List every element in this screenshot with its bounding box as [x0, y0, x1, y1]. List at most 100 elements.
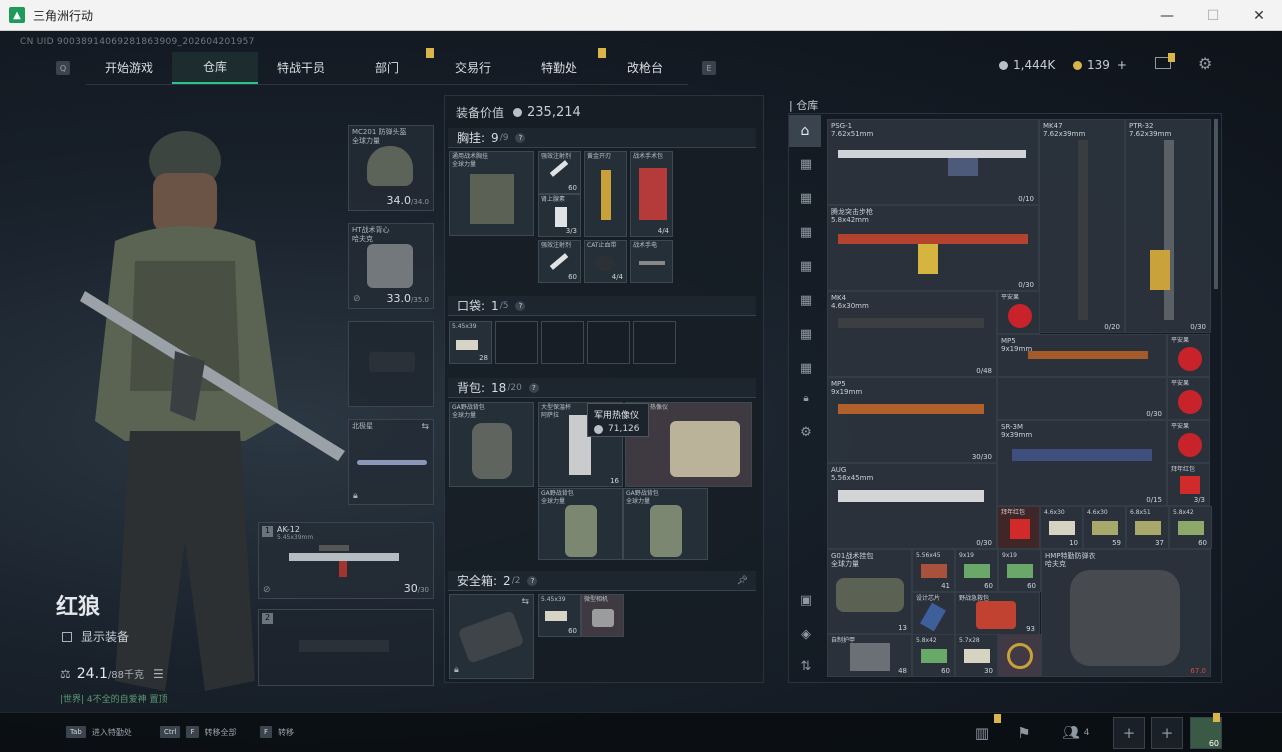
list-icon[interactable]: ☰: [153, 667, 164, 681]
flashlight-item[interactable]: 战术手电: [630, 240, 673, 283]
weapon-aug[interactable]: AUG 5.56x45mm 0/30: [827, 463, 997, 549]
add-teammate-button[interactable]: +: [1113, 717, 1145, 749]
tourniquet-item[interactable]: CAT止血带 4/4: [584, 240, 627, 283]
sort-icon[interactable]: ⇅: [791, 651, 821, 681]
weapon-mp5-b[interactable]: MP5 9x19mm 30/30: [827, 377, 997, 463]
apple-item[interactable]: 平安果: [997, 291, 1040, 334]
squad-indicator[interactable]: 👥︎ 4: [1062, 725, 1090, 741]
injector-item-2[interactable]: 强效注射剂 60: [538, 240, 581, 283]
help-icon[interactable]: ?: [515, 132, 526, 143]
warehouse-tab-5-icon[interactable]: ▦: [791, 285, 821, 315]
weapon-tenglong[interactable]: 腾龙突击步枪 5.8x42mm 0/30: [827, 205, 1039, 291]
weapon-psg1[interactable]: PSG-1 7.62x51mm 0/10: [827, 119, 1039, 205]
help-icon[interactable]: ?: [527, 575, 538, 586]
close-button[interactable]: ✕: [1236, 0, 1282, 31]
minimize-button[interactable]: —: [1144, 0, 1190, 31]
help-icon[interactable]: ?: [515, 300, 526, 311]
primary-weapon-slot[interactable]: 1 AK-12 5.45x39mm ⊘ 30/30: [258, 522, 434, 599]
warehouse-tab-2-icon[interactable]: ▦: [791, 183, 821, 213]
tab-gunsmith[interactable]: 改枪台: [602, 52, 688, 84]
swap-icon[interactable]: ⇆: [521, 597, 529, 607]
pocket-slot-empty[interactable]: [541, 321, 584, 364]
tab-warehouse[interactable]: 仓库: [172, 51, 258, 84]
apple-item[interactable]: 平安果: [1167, 420, 1210, 463]
backpack-item[interactable]: GA野战背包 全球力量: [449, 402, 534, 487]
nav-next-key[interactable]: E: [702, 61, 716, 75]
injector-item[interactable]: 强效注射剂 60: [538, 151, 581, 194]
warehouse-scrollbar[interactable]: [1214, 119, 1218, 289]
ammo-item[interactable]: 5.7x28 30: [955, 634, 998, 677]
warehouse-home-icon[interactable]: ⌂: [789, 115, 821, 147]
flag-icon[interactable]: ⚑: [1008, 717, 1040, 749]
tab-start-game[interactable]: 开始游戏: [86, 52, 172, 84]
warehouse-tab-4-icon[interactable]: ▦: [791, 251, 821, 281]
settings-gear-icon[interactable]: ⚙: [791, 417, 821, 447]
ammo-item[interactable]: 4.6x30 59: [1083, 506, 1126, 549]
swap-icon[interactable]: ⇆: [421, 422, 429, 432]
hint-enter-special-ops[interactable]: Tab 进入特勤处: [66, 726, 132, 738]
storage-icon[interactable]: ▣: [791, 585, 821, 615]
warehouse-tab-6-icon[interactable]: ▦: [791, 319, 821, 349]
hint-transfer-all[interactable]: Ctrl F 转移全部: [160, 726, 237, 738]
medkit-item[interactable]: 战术手术包 4/4: [630, 151, 673, 237]
add-teammate-button[interactable]: +: [1151, 717, 1183, 749]
tab-department[interactable]: 部门: [344, 47, 434, 84]
g01-bag-item[interactable]: G01战术挂包 全球力量 13: [827, 549, 912, 634]
self-armor-item[interactable]: 自制护甲 48: [827, 634, 912, 677]
tab-operators[interactable]: 特战干员: [258, 52, 344, 84]
warehouse-tab-7-icon[interactable]: ▦: [791, 353, 821, 383]
pin-icon[interactable]: 📌︎: [737, 576, 748, 586]
ammo-item[interactable]: 5.56x45 41: [912, 549, 955, 592]
weapon-ptr32[interactable]: PTR-32 7.62x39mm 0/30: [1125, 119, 1211, 333]
pistol-slot-empty[interactable]: [348, 321, 434, 407]
ammo-item[interactable]: 9x19 60: [998, 549, 1041, 592]
apple-item[interactable]: 平安果: [1167, 334, 1210, 377]
hint-transfer[interactable]: F 转移: [260, 726, 294, 738]
hmp-armor-item[interactable]: HMP特勤防弹衣 哈夫克 67.0: [1041, 549, 1211, 677]
weapon-mk4[interactable]: MK4 4.6x30mm 0/48: [827, 291, 997, 377]
safe-box-item[interactable]: ⇆ 🔒︎: [449, 594, 534, 679]
ammo-item[interactable]: 5.8x42 60: [912, 634, 955, 677]
warehouse-tab-3-icon[interactable]: ▦: [791, 217, 821, 247]
gold-item[interactable]: [998, 634, 1041, 677]
settings-gear-icon[interactable]: ⚙: [1198, 54, 1212, 73]
ammo-item[interactable]: 4.6x30 10: [1040, 506, 1083, 549]
ammo-item[interactable]: 5.8x42 60: [1169, 506, 1212, 549]
ammo-item[interactable]: 6.8x51 37: [1126, 506, 1169, 549]
secondary-weapon-slot[interactable]: 2: [258, 609, 434, 686]
red-envelope-item[interactable]: 拜年红包 3/3: [1167, 463, 1210, 506]
red-envelope-item[interactable]: 拜年红包: [997, 506, 1040, 549]
weapon-mp5-a[interactable]: MP5 9x19mm: [997, 334, 1167, 377]
layers-icon[interactable]: ◈: [791, 619, 821, 649]
chest-rig-item[interactable]: 通用战术胸挂 全球力量: [449, 151, 534, 236]
nav-prev-key[interactable]: Q: [56, 61, 70, 75]
gold-knife-item[interactable]: 黄金开刃: [584, 151, 627, 237]
backpack-item-2[interactable]: GA野战背包 全球力量: [538, 488, 623, 560]
melee-slot[interactable]: 北极星 ⇆ 🔒︎: [348, 419, 434, 505]
design-chip-item[interactable]: 设计芯片: [912, 592, 955, 635]
apple-item[interactable]: 平安果: [1167, 377, 1210, 420]
maximize-button[interactable]: ☐: [1190, 0, 1236, 31]
weapon-sr3m[interactable]: SR-3M 9x39mm 0/15: [997, 420, 1167, 506]
add-gold-button[interactable]: +: [1117, 58, 1127, 72]
weapon-mp5-a-lower[interactable]: 0/30: [997, 377, 1167, 420]
micro-camera-item[interactable]: 微型相机: [581, 594, 624, 637]
field-kit-item[interactable]: 野战急救包 93: [955, 592, 1040, 635]
ammo-item[interactable]: 9x19 60: [955, 549, 998, 592]
backpack-item-3[interactable]: GA野战背包 全球力量: [623, 488, 708, 560]
pocket-slot-empty[interactable]: [495, 321, 538, 364]
weapon-mk47[interactable]: MK47 7.62x39mm 0/20: [1039, 119, 1125, 333]
chat-line[interactable]: |世界| 4不全的自爱神 置顶: [60, 692, 168, 705]
tab-special-ops[interactable]: 特勤处: [516, 47, 606, 84]
adrenaline-item[interactable]: 肾上腺素 3/3: [538, 194, 581, 237]
pocket-slot-empty[interactable]: [633, 321, 676, 364]
help-icon[interactable]: ?: [528, 382, 539, 393]
tab-trade[interactable]: 交易行: [430, 52, 516, 84]
checkbox[interactable]: [62, 631, 72, 642]
warehouse-tab-1-icon[interactable]: ▦: [791, 149, 821, 179]
safe-ammo-item[interactable]: 5.45x39 60: [538, 594, 581, 637]
helmet-slot[interactable]: MC201 防弹头盔 全球力量 34.0/34.0: [348, 125, 434, 211]
pocket-ammo-item[interactable]: 5.45x39 28: [449, 321, 492, 364]
armor-slot[interactable]: HT战术背心 哈夫克 ⊘ 33.0/35.0: [348, 223, 434, 309]
lock-icon[interactable]: 🔒︎: [791, 383, 821, 413]
